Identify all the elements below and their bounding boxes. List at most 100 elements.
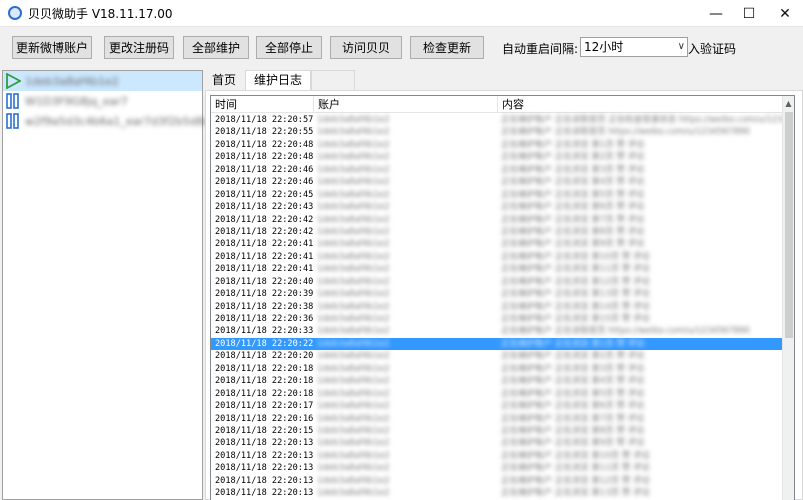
column-header-account[interactable]: 账户 (314, 96, 498, 113)
column-header-content[interactable]: 内容 (498, 96, 783, 113)
table-row[interactable]: 2018/11/18 22:20:13 1deb3a8af4b1e2 正在维护账户 … (211, 462, 783, 474)
toolbar: 更新微博账户 更改注册码 全部维护 全部停止 访问贝贝 检查更新 自动重启间隔:… (0, 28, 803, 68)
log-content: 正在维护账户 正在浏览 第12页 赞 评论 (501, 475, 651, 486)
table-row[interactable]: 2018/11/18 22:20:18 1deb3a8af4b1e2 正在维护账户 … (211, 388, 783, 400)
account-item[interactable]: 1deb3a8af4b1e2 (3, 71, 202, 91)
table-row[interactable]: 2018/11/18 22:20:40 1deb3a8af4b1e2 正在维护账户 … (211, 276, 783, 288)
update-weibo-accounts-button[interactable]: 更新微博账户 (12, 36, 92, 59)
visit-beibei-button[interactable]: 访问贝贝 (330, 36, 402, 59)
table-row[interactable]: 2018/11/18 22:20:13 1deb3a8af4b1e2 正在维护账户 … (211, 487, 783, 499)
log-account: 1deb3a8af4b1e2 (317, 301, 390, 312)
table-row[interactable]: 2018/11/18 22:20:13 1deb3a8af4b1e2 正在维护账户 … (211, 437, 783, 449)
table-row[interactable]: 2018/11/18 22:20:13 1deb3a8af4b1e2 正在维护账户 … (211, 450, 783, 462)
log-account: 1deb3a8af4b1e2 (317, 214, 390, 225)
table-row[interactable]: 2018/11/18 22:20:38 1deb3a8af4b1e2 正在维护账户 … (211, 301, 783, 313)
table-row[interactable]: 2018/11/18 22:20:46 1deb3a8af4b1e2 正在维护账户 … (211, 176, 783, 188)
restart-interval-value: 12小时 (584, 40, 624, 54)
log-account: 1deb3a8af4b1e2 (317, 438, 390, 449)
log-content: 正在维护账户 正在浏览 第2页 赞 评论 (501, 351, 645, 362)
table-row[interactable]: 2018/11/18 22:20:17 1deb3a8af4b1e2 正在维护账户 … (211, 400, 783, 412)
table-row[interactable]: 2018/11/18 22:20:42 1deb3a8af4b1e2 正在维护账户 … (211, 226, 783, 238)
table-row[interactable]: 2018/11/18 22:20:18 1deb3a8af4b1e2 正在维护账户 … (211, 375, 783, 387)
account-name: 1deb3a8af4b1e2 (25, 74, 119, 88)
maximize-button[interactable]: ☐ (731, 0, 767, 27)
tab-strip: 首页 维护日志 (205, 70, 356, 90)
column-header-time[interactable]: 时间 (211, 96, 314, 113)
log-account: 1deb3a8af4b1e2 (317, 139, 390, 150)
tab-blank (311, 70, 356, 90)
log-content: 正在维护账户 正在浏览 第5页 赞 评论 (501, 189, 645, 200)
app-logo-icon (8, 6, 22, 20)
log-account: 1deb3a8af4b1e2 (317, 351, 390, 362)
table-row[interactable]: 2018/11/18 22:20:46 1deb3a8af4b1e2 正在维护账户 … (211, 164, 783, 176)
pause-icon (5, 113, 21, 129)
minimize-button[interactable]: — (701, 0, 731, 27)
close-button[interactable]: ✕ (767, 0, 803, 27)
play-icon (5, 73, 21, 89)
table-row[interactable]: 2018/11/18 22:20:48 1deb3a8af4b1e2 正在维护账户 … (211, 139, 783, 151)
table-row[interactable]: 2018/11/18 22:20:39 1deb3a8af4b1e2 正在维护账户 … (211, 288, 783, 300)
log-account: 1deb3a8af4b1e2 (317, 164, 390, 175)
table-row[interactable]: 2018/11/18 22:20:41 1deb3a8af4b1e2 正在维护账户 … (211, 263, 783, 275)
table-row[interactable]: 2018/11/18 22:20:22 1deb3a8af4b1e2 正在维护账户 … (211, 337, 783, 351)
log-account: 1deb3a8af4b1e2 (317, 450, 390, 461)
log-content: 正在维护账户 正在浏览 第11页 赞 评论 (501, 463, 651, 474)
vertical-scrollbar[interactable]: ▲ (782, 96, 794, 500)
log-time: 2018/11/18 22:20:48 (215, 139, 314, 150)
table-row[interactable]: 2018/11/18 22:20:57 1deb3a8af4b1e2 正在维护账户 … (211, 114, 794, 126)
table-row[interactable]: 2018/11/18 22:20:41 1deb3a8af4b1e2 正在维护账户 … (211, 238, 783, 250)
table-row[interactable]: 2018/11/18 22:20:41 1deb3a8af4b1e2 正在维护账户 … (211, 251, 783, 263)
log-time: 2018/11/18 22:20:42 (215, 214, 314, 225)
restart-interval-select[interactable]: 12小时 ∨ (580, 37, 688, 57)
table-row[interactable]: 2018/11/18 22:20:45 1deb3a8af4b1e2 正在维护账户 … (211, 189, 783, 201)
log-list[interactable]: 时间 账户 内容 2018/11/18 22:20:57 1deb3a8af4b1… (210, 95, 795, 500)
restart-interval-label: 自动重启间隔: (502, 42, 579, 56)
log-time: 2018/11/18 22:20:45 (215, 189, 314, 200)
log-time: 2018/11/18 22:20:16 (215, 413, 314, 424)
table-row[interactable]: 2018/11/18 22:20:48 1deb3a8af4b1e2 正在维护账户 … (211, 151, 783, 163)
log-account: 1deb3a8af4b1e2 (317, 239, 390, 250)
log-account: 1deb3a8af4b1e2 (317, 226, 390, 237)
table-row[interactable]: 2018/11/18 22:20:13 1deb3a8af4b1e2 正在维护账户 … (211, 475, 783, 487)
scroll-thumb[interactable] (785, 112, 793, 338)
log-time: 2018/11/18 22:20:36 (215, 314, 314, 324)
table-row[interactable]: 2018/11/18 22:20:33 1deb3a8af4b1e2 正在维护账户 … (211, 325, 783, 337)
log-account: 1deb3a8af4b1e2 (317, 425, 390, 436)
log-time: 2018/11/18 22:20:43 (215, 202, 314, 213)
maintain-all-button[interactable]: 全部维护 (183, 36, 249, 59)
table-row[interactable]: 2018/11/18 22:20:20 1deb3a8af4b1e2 正在维护账户 … (211, 350, 783, 362)
tab-home[interactable]: 首页 (205, 70, 244, 90)
check-update-button[interactable]: 检查更新 (410, 36, 484, 59)
log-content: 正在维护账户 正在浏览 第6页 赞 评论 (501, 202, 645, 213)
log-time: 2018/11/18 22:20:13 (215, 475, 314, 486)
stop-all-button[interactable]: 全部停止 (256, 36, 322, 59)
table-row[interactable]: 2018/11/18 22:20:55 1deb3a8af4b1e2 正在维护账户 … (211, 126, 783, 138)
log-account: 1deb3a8af4b1e2 (317, 388, 390, 399)
log-time: 2018/11/18 22:20:15 (215, 425, 314, 436)
tab-maintenance-log[interactable]: 维护日志 (245, 70, 312, 90)
scroll-up-icon[interactable]: ▲ (783, 96, 794, 110)
log-account: 1deb3a8af4b1e2 (317, 401, 390, 412)
log-account: 1deb3a8af4b1e2 (317, 326, 390, 337)
log-account: 1deb3a8af4b1e2 (317, 463, 390, 474)
table-row[interactable]: 2018/11/18 22:20:43 1deb3a8af4b1e2 正在维护账户 … (211, 201, 783, 213)
table-row[interactable]: 2018/11/18 22:20:36 1deb3a8af4b1e2 正在维护账户 … (211, 313, 783, 325)
log-content: 正在维护账户 正在浏览 第8页 赞 评论 (501, 226, 645, 237)
log-time: 2018/11/18 22:20:18 (215, 388, 314, 399)
table-row[interactable]: 2018/11/18 22:20:18 1deb3a8af4b1e2 正在维护账户 … (211, 363, 783, 375)
change-registration-code-button[interactable]: 更改注册码 (104, 36, 174, 59)
table-row[interactable]: 2018/11/18 22:20:15 1deb3a8af4b1e2 正在维护账户 … (211, 425, 783, 437)
log-time: 2018/11/18 22:20:46 (215, 177, 314, 188)
log-account: 1deb3a8af4b1e2 (317, 363, 390, 374)
table-row[interactable]: 2018/11/18 22:20:42 1deb3a8af4b1e2 正在维护账户 … (211, 214, 783, 226)
account-item[interactable]: W1D3F9G8jq_ear7 (3, 91, 202, 111)
account-item[interactable]: w2f9a5d3c4b6a1_ear7d3f2b5d8c4b3a2e1 (3, 111, 258, 131)
log-account: 1deb3a8af4b1e2 (317, 177, 390, 188)
log-content: 正在维护账户 正在浏览 第3页 赞 评论 (501, 164, 645, 175)
log-content: 正在维护账户 正在浏览 第1页 赞 评论 (501, 139, 645, 150)
log-time: 2018/11/18 22:20:13 (215, 450, 314, 461)
log-account: 1deb3a8af4b1e2 (317, 289, 390, 300)
window-controls: — ☐ ✕ (701, 0, 803, 27)
table-row[interactable]: 2018/11/18 22:20:16 1deb3a8af4b1e2 正在维护账户 … (211, 413, 783, 425)
log-content: 正在维护账户 正在浏览 第6页 赞 评论 (501, 401, 645, 412)
